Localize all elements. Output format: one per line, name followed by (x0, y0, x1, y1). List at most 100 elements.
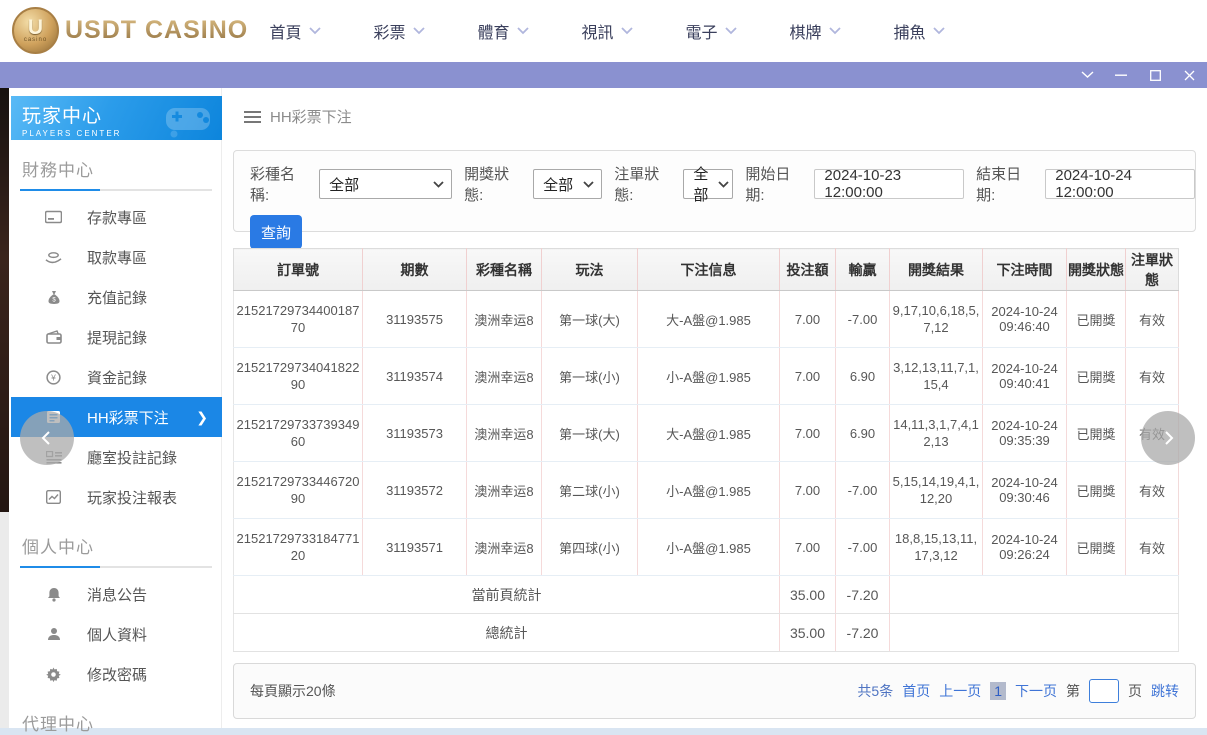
table-cell: 7.00 (779, 290, 836, 348)
chevron-down-icon (583, 180, 594, 188)
column-header: 期數 (362, 248, 467, 291)
bell-icon (45, 586, 62, 603)
maximize-icon[interactable] (1145, 65, 1165, 85)
sidebar-item-deposit-card[interactable]: 存款專區 (10, 197, 221, 237)
jump-prefix-label: 第 (1066, 683, 1080, 699)
wallet-icon (45, 329, 62, 346)
summary-row: 總統計 35.00 -7.20 (233, 613, 1179, 652)
nav-item-label: 視訊 (581, 25, 614, 42)
column-header: 輸贏 (835, 248, 890, 291)
sidebar-item-report-chart[interactable]: 玩家投注報表 (10, 477, 221, 517)
prev-page-link[interactable]: 上一页 (939, 681, 981, 701)
total-count-text: 共5条 (857, 683, 894, 699)
column-header: 下注時間 (982, 248, 1067, 291)
summary-winloss-total: -7.20 (835, 575, 890, 614)
sidebar-item-gear[interactable]: 修改密碼 (10, 654, 221, 694)
sidebar-item-label: 取款專區 (87, 249, 148, 267)
table-cell: 澳洲幸运8 (466, 290, 542, 348)
nav-item-label: 捕魚 (893, 25, 926, 42)
summary-label: 當前頁統計 (233, 575, 780, 614)
nav-item-2[interactable]: 彩票 (347, 0, 451, 62)
table-row: 2152172973404182290 31193574 澳洲幸运8 第一球(小) 小-… (233, 347, 1179, 405)
sidebar-item-label: 充值記錄 (87, 289, 148, 307)
start-date-input[interactable]: 2024-10-23 12:00:00 (814, 167, 965, 201)
draw-status-select[interactable]: 全部 (533, 169, 603, 199)
sidebar-item-wallet[interactable]: 提現記錄 (10, 317, 221, 357)
table-cell: 已開獎 (1066, 347, 1126, 405)
table-cell: 7.00 (779, 347, 836, 405)
sidebar-item-label: 存款專區 (87, 209, 148, 227)
chevron-down-icon (308, 27, 321, 35)
column-header: 注單狀態 (1125, 248, 1179, 291)
gear-icon (45, 666, 62, 683)
funds-coin-icon: ¥ (45, 369, 62, 386)
chevron-down-icon (412, 27, 425, 35)
sidebar-item-label: 消息公告 (87, 586, 148, 604)
chevron-down-icon (516, 27, 529, 35)
table-cell: 6.90 (835, 347, 890, 405)
hamburger-icon[interactable] (244, 110, 261, 124)
table-row: 2152172973373934960 31193573 澳洲幸运8 第一球(大) 大-… (233, 404, 1179, 462)
chevron-down-icon (620, 27, 633, 35)
bets-table: 訂單號 期數 彩種名稱 玩法 下注信息 投注額 輸贏 開獎結果 下注時間 開獎狀態 注單狀態 215… (233, 248, 1179, 652)
chevron-down-icon (718, 180, 729, 188)
nav-item-label: 體育 (477, 25, 510, 42)
lottery-name-value: 全部 (329, 176, 360, 194)
summary-empty-cell (889, 613, 1179, 652)
table-cell: 有效 (1125, 290, 1179, 348)
nav-item-5[interactable]: 電子 (659, 0, 763, 62)
pagination-bar: 每頁顯示20條 共5条 首页 上一页 1 下一页 第 页 跳转 (233, 663, 1196, 719)
table-cell: 第一球(小) (541, 347, 638, 405)
sidebar-item-label: 提現記錄 (87, 329, 148, 347)
table-cell: 9,17,10,6,18,5,7,12 (889, 290, 983, 348)
column-header: 投注額 (779, 248, 836, 291)
top-navigation: U casino USDT CASINO 首頁 彩票 體育 視訊 電子 棋牌 捕魚 (0, 0, 1207, 62)
nav-item-4[interactable]: 視訊 (555, 0, 659, 62)
nav-item-6[interactable]: 棋牌 (763, 0, 867, 62)
minimize-icon[interactable] (1111, 65, 1131, 85)
sidebar-item-funds-coin[interactable]: ¥ 資金記錄 (10, 357, 221, 397)
first-page-link[interactable]: 首页 (902, 681, 930, 701)
table-cell: 澳洲幸运8 (466, 347, 542, 405)
main-menu: 首頁 彩票 體育 視訊 電子 棋牌 捕魚 (243, 0, 971, 62)
next-page-link[interactable]: 下一页 (1015, 681, 1057, 701)
jump-page-input[interactable] (1089, 679, 1119, 703)
table-cell: 7.00 (779, 518, 836, 576)
jump-button[interactable]: 跳转 (1151, 681, 1179, 701)
nav-item-label: 電子 (685, 25, 718, 42)
table-cell: 31193571 (362, 518, 467, 576)
sidebar-item-withdraw-hand[interactable]: 取款專區 (10, 237, 221, 277)
nav-item-7[interactable]: 捕魚 (867, 0, 971, 62)
column-header: 下注信息 (637, 248, 780, 291)
order-status-select[interactable]: 全部 (683, 166, 734, 204)
site-logo[interactable]: U casino USDT CASINO (12, 7, 248, 54)
sidebar-section: 個人中心 (10, 533, 221, 568)
table-cell: 小-A盤@1.985 (637, 518, 780, 576)
panel-next-button[interactable] (1141, 411, 1195, 465)
table-cell: 14,11,3,1,7,4,12,13 (889, 404, 983, 462)
sidebar-item-bell[interactable]: 消息公告 (10, 574, 221, 614)
sidebar-item-person[interactable]: 個人資料 (10, 614, 221, 654)
table-cell: 2024-10-24 09:40:41 (982, 347, 1067, 405)
table-cell: 3,12,13,11,7,1,15,4 (889, 347, 983, 405)
sidebar-item-label: 修改密碼 (87, 666, 148, 684)
sidebar-item-label: 個人資料 (87, 626, 148, 644)
nav-item-label: 彩票 (373, 25, 406, 42)
lottery-name-select[interactable]: 全部 (319, 169, 453, 199)
table-cell: 澳洲幸运8 (466, 404, 542, 462)
end-date-input[interactable]: 2024-10-24 12:00:00 (1045, 167, 1195, 201)
nav-item-3[interactable]: 體育 (451, 0, 555, 62)
table-row: 2152172973344672090 31193572 澳洲幸运8 第二球(小) 小-… (233, 461, 1179, 519)
sidebar-collapse-button[interactable] (20, 411, 74, 465)
sidebar-item-label: 資金記錄 (87, 369, 148, 387)
table-cell: 31193572 (362, 461, 467, 519)
report-chart-icon (45, 489, 62, 506)
table-cell: 2152172973344672090 (233, 461, 363, 519)
nav-item-1[interactable]: 首頁 (243, 0, 347, 62)
table-cell: 已開獎 (1066, 518, 1126, 576)
chevron-down-icon[interactable] (1077, 65, 1097, 85)
search-button[interactable]: 查詢 (250, 215, 302, 249)
sidebar-item-recharge-bag[interactable]: $ 充值記錄 (10, 277, 221, 317)
recharge-bag-icon: $ (45, 289, 62, 306)
close-icon[interactable] (1179, 65, 1199, 85)
